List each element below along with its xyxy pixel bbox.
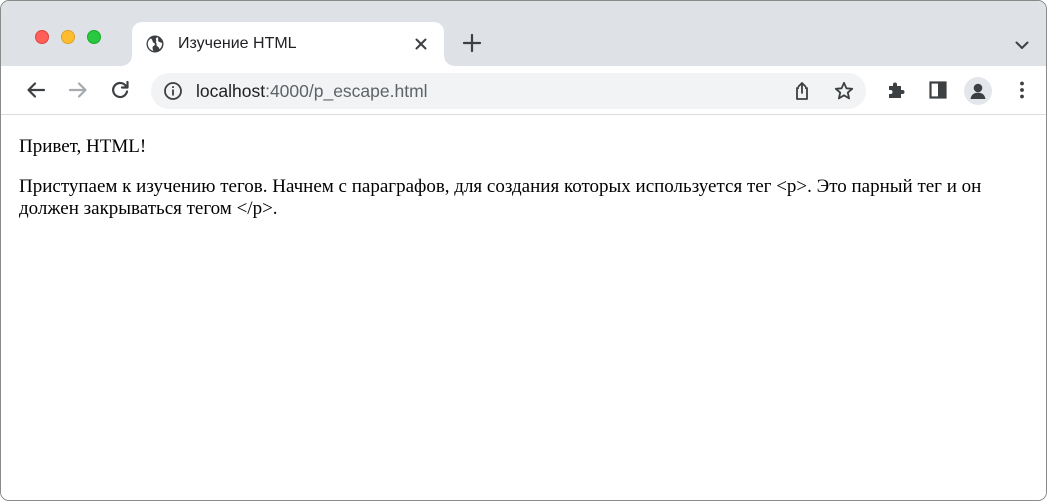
info-icon[interactable]: [163, 81, 183, 101]
puzzle-icon[interactable]: [885, 79, 907, 101]
arrow-right-icon[interactable]: [67, 79, 89, 101]
chevron-down-icon[interactable]: [1013, 36, 1031, 54]
avatar-icon[interactable]: [964, 77, 992, 105]
intro-paragraph: Приступаем к изучению тегов. Начнем с па…: [19, 176, 982, 219]
star-icon[interactable]: [833, 80, 855, 102]
page-content: Привет, HTML! Приступаем к изучению тего…: [1, 116, 1046, 500]
greeting-paragraph: Привет, HTML!: [19, 136, 147, 157]
window-minimize-button[interactable]: [61, 30, 75, 44]
close-icon[interactable]: [412, 35, 430, 53]
globe-icon: [146, 35, 164, 53]
side-panel-icon[interactable]: [927, 79, 949, 101]
url-host: localhost: [196, 81, 266, 101]
tab-title: Изучение HTML: [178, 35, 297, 52]
window-zoom-button[interactable]: [87, 30, 101, 44]
new-tab-button[interactable]: [461, 32, 483, 54]
address-bar[interactable]: localhost:4000/p_escape.html: [151, 73, 866, 109]
window-close-button[interactable]: [35, 30, 49, 44]
tab-strip: Изучение HTML: [1, 1, 1046, 66]
url-text[interactable]: localhost:4000/p_escape.html: [196, 81, 428, 101]
url-path: :4000/p_escape.html: [265, 81, 428, 101]
browser-window: Изучение HTML localhost:4000/p_escape.ht…: [0, 0, 1047, 501]
browser-toolbar: localhost:4000/p_escape.html: [1, 66, 1046, 115]
share-icon[interactable]: [791, 80, 813, 102]
kebab-menu-icon[interactable]: [1011, 79, 1033, 101]
arrow-left-icon[interactable]: [25, 79, 47, 101]
reload-icon[interactable]: [109, 79, 131, 101]
tab-active[interactable]: Изучение HTML: [122, 22, 454, 66]
